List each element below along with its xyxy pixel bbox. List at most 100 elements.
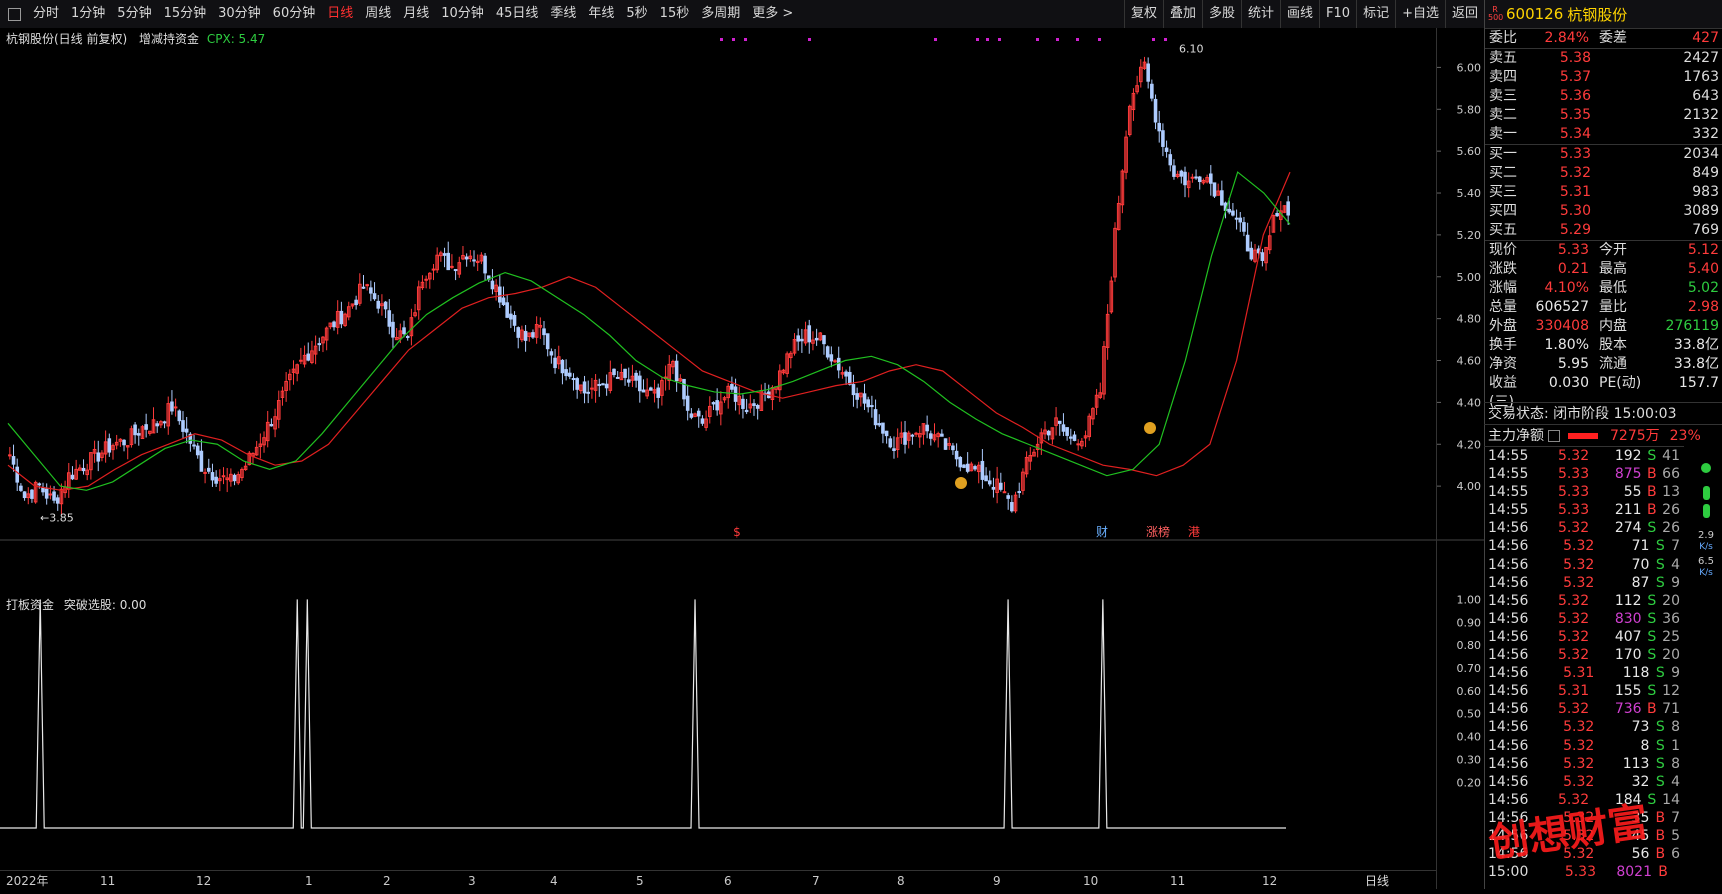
- moving-average-line: [7, 171, 1291, 491]
- trade-row: 14:55 5.32 192 S 41: [1484, 447, 1684, 465]
- trade-side: S: [1647, 647, 1657, 664]
- candle-body: [929, 433, 933, 439]
- candle-body: [44, 488, 49, 499]
- candle-body: [339, 310, 344, 325]
- toolbar-button[interactable]: F10: [1319, 0, 1356, 28]
- stat-value: 276119: [1665, 318, 1719, 334]
- trade-row: 14:56 5.32 113 S 8: [1484, 755, 1684, 773]
- period-tab[interactable]: 30分钟: [212, 0, 267, 28]
- toolbar-button[interactable]: 统计: [1241, 0, 1280, 28]
- toolbar-button[interactable]: 标记: [1356, 0, 1395, 28]
- flow-icon[interactable]: [1548, 430, 1560, 442]
- candle-body: [1190, 176, 1195, 179]
- trade-price: 5.32: [1557, 448, 1590, 464]
- candle-body: [892, 448, 896, 451]
- exchange-badge: R 500: [1488, 5, 1504, 22]
- toolbar-button[interactable]: 复权: [1123, 0, 1163, 28]
- stat-value: 157.7: [1678, 375, 1719, 391]
- stat-label: 换手: [1489, 337, 1517, 353]
- signal-dot: [808, 38, 811, 41]
- trade-count: 4: [1671, 556, 1681, 573]
- trade-count: [1674, 863, 1680, 881]
- candle-body: [1231, 210, 1235, 216]
- trade-count: 1: [1671, 737, 1681, 754]
- period-tab[interactable]: 5分钟: [111, 0, 157, 28]
- toolbar-button[interactable]: 画线: [1280, 0, 1319, 28]
- candle-body: [715, 400, 719, 411]
- period-tab[interactable]: 15分钟: [158, 0, 213, 28]
- order-book-row: 卖二 5.35 2132: [1485, 106, 1722, 125]
- level-price: 5.37: [1559, 69, 1591, 85]
- period-tab[interactable]: 更多 >: [746, 0, 799, 28]
- trade-side: B: [1647, 502, 1657, 519]
- candle-body: [512, 315, 517, 326]
- toolbar-button[interactable]: 叠加: [1162, 0, 1202, 28]
- toolbar-button[interactable]: +自选: [1395, 0, 1445, 28]
- candle-body: [564, 369, 568, 377]
- candle-body: [372, 293, 377, 300]
- period-tab[interactable]: 年线: [582, 0, 620, 28]
- level-label: 买三: [1489, 184, 1517, 200]
- moving-average-line: [7, 171, 1291, 491]
- candle-body: [523, 330, 528, 341]
- candle-body: [11, 456, 16, 465]
- indicator-tick-label: 0.40: [1457, 731, 1482, 744]
- weicha-value: 427: [1692, 30, 1719, 46]
- indicator-tick-label: 1.00: [1457, 593, 1482, 606]
- candle-body: [214, 476, 218, 484]
- period-tab[interactable]: 10分钟: [435, 0, 490, 28]
- candle-body: [70, 474, 75, 480]
- toolbar-button[interactable]: 多股: [1201, 0, 1241, 28]
- period-tab[interactable]: 日线: [321, 0, 359, 28]
- candle-body: [1249, 247, 1254, 260]
- period-tab[interactable]: 季线: [544, 0, 582, 28]
- rate-strip: 2.9 K/s 6.5 K/s: [1690, 446, 1722, 889]
- level-label: 卖一: [1489, 126, 1517, 142]
- period-tab[interactable]: 多周期: [695, 0, 746, 28]
- toolbar-button[interactable]: 返回: [1444, 0, 1484, 28]
- trade-row: 14:56 5.31 118 S 9: [1484, 664, 1684, 682]
- candle-body: [965, 463, 970, 472]
- window-icon[interactable]: [8, 7, 21, 21]
- signal-dot: [1164, 38, 1167, 41]
- candle-body: [472, 259, 476, 262]
- period-tab[interactable]: 45日线: [490, 0, 545, 28]
- chart-canvas[interactable]: 6.10 ←3.85 $ 财 涨榜 港: [0, 28, 1436, 889]
- candle-body: [549, 351, 554, 356]
- trade-side: S: [1647, 628, 1657, 645]
- indicator-tick-label: 0.30: [1457, 753, 1482, 766]
- candle-body: [1057, 420, 1062, 424]
- period-tab[interactable]: 周线: [359, 0, 397, 28]
- period-tab[interactable]: 分时: [27, 0, 65, 28]
- period-tab[interactable]: 5秒: [620, 0, 653, 28]
- candle-body: [877, 423, 882, 426]
- stat-value: 5.95: [1557, 356, 1589, 372]
- candle-body: [376, 300, 381, 309]
- period-tab[interactable]: 15秒: [654, 0, 696, 28]
- period-tab[interactable]: 月线: [397, 0, 435, 28]
- candle-body: [836, 357, 841, 371]
- chart-area[interactable]: 6.10 ←3.85 $ 财 涨榜 港: [0, 28, 1436, 889]
- level-volume: 769: [1692, 222, 1719, 238]
- candle-body: [626, 379, 631, 383]
- trade-price: 5.32: [1563, 538, 1595, 555]
- candle-body: [1234, 217, 1239, 220]
- stat-label: 最低: [1599, 280, 1627, 296]
- signal-dot: [1036, 38, 1039, 41]
- candle-body: [851, 384, 856, 396]
- level-price: 5.35: [1559, 107, 1591, 123]
- candle-body: [1072, 434, 1077, 441]
- level-price: 5.30: [1559, 203, 1591, 219]
- period-tab[interactable]: 1分钟: [65, 0, 111, 28]
- trade-price: 5.33: [1564, 864, 1596, 881]
- trade-volume: 170: [1614, 647, 1642, 664]
- x-tick-label: 9: [993, 874, 1001, 888]
- candle-body: [195, 445, 200, 456]
- candle-body: [52, 491, 56, 501]
- candle-body: [641, 389, 646, 393]
- indicator-name[interactable]: 增减持资金: [139, 32, 199, 46]
- indicator-chart-name[interactable]: 打板资金: [6, 598, 54, 612]
- period-tab[interactable]: 60分钟: [267, 0, 322, 28]
- price-tick-label: 4.40: [1457, 396, 1482, 409]
- candle-body: [638, 375, 642, 392]
